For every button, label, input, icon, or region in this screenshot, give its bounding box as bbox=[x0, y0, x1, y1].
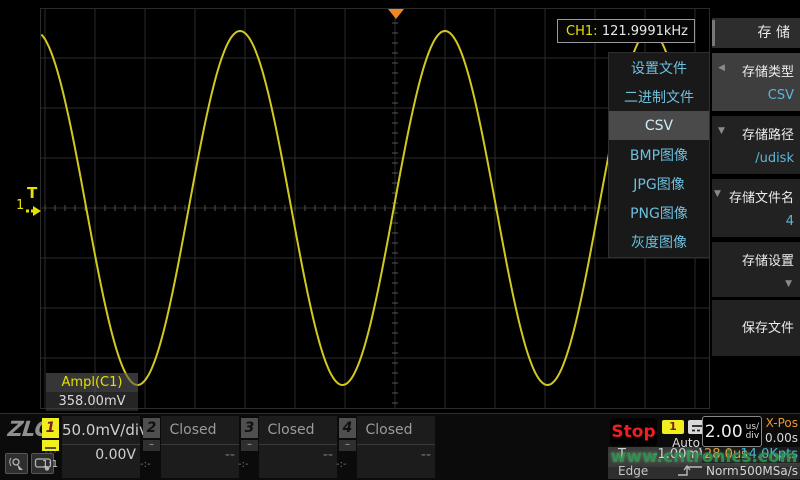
ch2-status: Closed bbox=[161, 416, 239, 445]
ch4-coupling-icon[interactable]: – bbox=[339, 440, 356, 451]
trigger-channel-number: 1 bbox=[16, 198, 24, 213]
sidebar-item-storage-settings[interactable]: 存储设置 ▼ bbox=[712, 242, 800, 297]
storage-settings-label: 存储设置 bbox=[742, 250, 794, 269]
trigger-arrow-icon bbox=[25, 202, 43, 221]
ch4-status: Closed bbox=[357, 416, 435, 445]
menu-item-jpg-image[interactable]: JPG图像 bbox=[609, 170, 709, 199]
frequency-counter-value: 121.9991kHz bbox=[602, 24, 688, 39]
ch3-coupling-icon[interactable]: – bbox=[241, 440, 258, 451]
chevron-down-icon: ▼ bbox=[714, 189, 721, 199]
timebase-scale-value: 2.00 bbox=[705, 422, 743, 442]
storage-filename-label: 存储文件名 bbox=[729, 187, 794, 206]
ch3-offset: -- bbox=[259, 445, 337, 465]
waveform-display bbox=[0, 0, 712, 413]
menu-item-png-image[interactable]: PNG图像 bbox=[609, 199, 709, 228]
timebase-scale-box[interactable]: 2.00 us/div bbox=[702, 416, 762, 447]
storage-type-menu: 设置文件 二进制文件 CSV BMP图像 JPG图像 PNG图像 灰度图像 bbox=[608, 52, 710, 258]
ch1-offset: 0.00V bbox=[62, 445, 140, 465]
ch1-panel[interactable]: 50.0mV/div 0.00V bbox=[62, 416, 140, 478]
trigger-source-badge[interactable]: 1 bbox=[662, 420, 684, 434]
sidebar-title-storage: 存 储 bbox=[712, 18, 800, 48]
measurement-value: 358.00mV bbox=[46, 392, 138, 411]
menu-item-gray-image[interactable]: 灰度图像 bbox=[609, 228, 709, 257]
ch1-badge[interactable]: 1 bbox=[42, 418, 59, 438]
ch2-offset: -- bbox=[161, 445, 239, 465]
ch1-scale: 50.0mV/div bbox=[62, 416, 140, 445]
frequency-counter: CH1: 121.9991kHz bbox=[557, 19, 695, 43]
ch2-badge[interactable]: 2 bbox=[143, 418, 160, 438]
save-file-label: 保存文件 bbox=[742, 317, 794, 336]
storage-path-label: 存储路径 bbox=[742, 124, 794, 143]
horizontal-position[interactable]: X-Pos 0.00s bbox=[760, 416, 798, 447]
ch4-badge[interactable]: 4 bbox=[339, 418, 356, 438]
oscilloscope-screen: CH1: 121.9991kHz T 1 Ampl(C1) 358.00mV 设… bbox=[0, 0, 800, 480]
ch4-panel[interactable]: Closed -- bbox=[357, 416, 435, 478]
ch1-dc-coupling-icon[interactable] bbox=[42, 440, 59, 451]
run-stop-indicator[interactable]: Stop bbox=[610, 418, 657, 446]
ch4-offset: -- bbox=[357, 445, 435, 465]
menu-item-settings-file[interactable]: 设置文件 bbox=[609, 53, 709, 82]
site-watermark: www.cntronics.com bbox=[608, 447, 800, 467]
ch4-probe-ratio: -:- bbox=[336, 459, 347, 470]
timebase-unit: us/div bbox=[746, 423, 760, 441]
sidebar-item-storage-type[interactable]: ◀ 存储类型 CSV bbox=[712, 53, 800, 111]
menu-item-binary-file[interactable]: 二进制文件 bbox=[609, 82, 709, 111]
measurement-overlay: Ampl(C1) 358.00mV bbox=[46, 373, 138, 411]
ch3-probe-ratio: -:- bbox=[238, 459, 249, 470]
chevron-down-icon: ▼ bbox=[718, 126, 725, 136]
storage-type-value: CSV bbox=[768, 88, 794, 103]
storage-path-value: /udisk bbox=[755, 151, 794, 166]
xpos-label: X-Pos bbox=[760, 416, 798, 431]
ch2-probe-ratio: -:- bbox=[140, 459, 151, 470]
ch2-panel[interactable]: Closed -- bbox=[161, 416, 239, 478]
ch2-coupling-icon[interactable]: – bbox=[143, 440, 160, 451]
ch3-panel[interactable]: Closed -- bbox=[259, 416, 337, 478]
menu-item-bmp-image[interactable]: BMP图像 bbox=[609, 140, 709, 169]
storage-type-label: 存储类型 bbox=[742, 61, 794, 80]
touch-gesture-icon bbox=[5, 453, 28, 474]
storage-filename-value: 4 bbox=[786, 214, 794, 229]
measurement-label: Ampl(C1) bbox=[46, 373, 138, 392]
chevron-left-icon: ◀ bbox=[718, 63, 725, 73]
ch1-trigger-level-marker[interactable]: T 1 bbox=[16, 184, 50, 218]
sidebar-item-storage-filename[interactable]: ▼ 存储文件名 4 bbox=[712, 179, 800, 237]
xpos-value: 0.00s bbox=[760, 431, 798, 446]
ch3-status: Closed bbox=[259, 416, 337, 445]
menu-item-csv[interactable]: CSV bbox=[609, 111, 709, 140]
chevron-down-icon: ▼ bbox=[785, 279, 792, 289]
trigger-t-label: T bbox=[27, 184, 37, 202]
ch3-badge[interactable]: 3 bbox=[241, 418, 258, 438]
frequency-counter-channel: CH1: bbox=[566, 24, 598, 39]
sidebar-item-storage-path[interactable]: ▼ 存储路径 /udisk bbox=[712, 116, 800, 174]
sidebar-item-save-file[interactable]: 保存文件 bbox=[712, 300, 800, 356]
ch1-probe-ratio: 1:1 bbox=[42, 459, 58, 470]
